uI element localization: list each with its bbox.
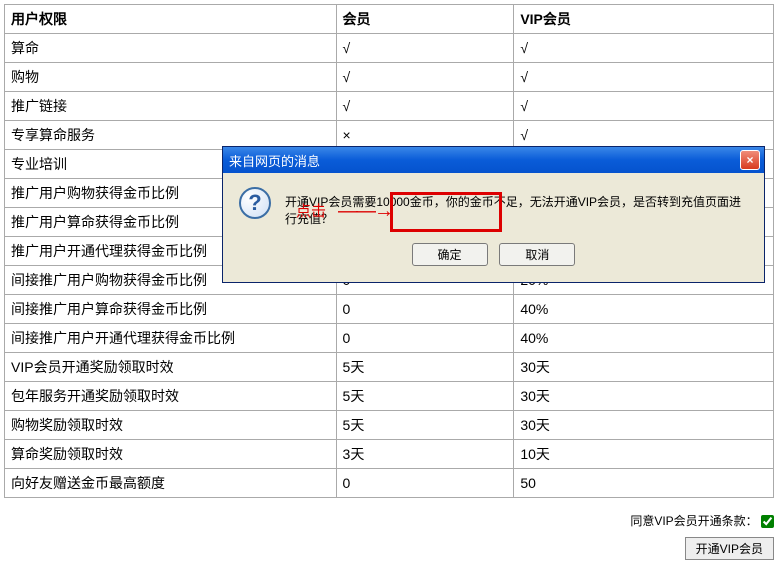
table-row: 间接推广用户算命获得金币比例040% — [5, 295, 774, 324]
table-row: 购物√√ — [5, 63, 774, 92]
table-row: 购物奖励领取时效5天30天 — [5, 411, 774, 440]
annotation-click-text: 点击 — [296, 200, 326, 221]
table-row: 包年服务开通奖励领取时效5天30天 — [5, 382, 774, 411]
open-vip-button[interactable]: 开通VIP会员 — [685, 537, 774, 560]
table-row: VIP会员开通奖励领取时效5天30天 — [5, 353, 774, 382]
table-row: 向好友赠送金币最高额度050 — [5, 469, 774, 498]
cancel-button[interactable]: 取消 — [499, 243, 575, 266]
agree-label: 同意VIP会员开通条款： — [630, 514, 757, 528]
ok-button[interactable]: 确定 — [412, 243, 488, 266]
agree-checkbox[interactable] — [761, 515, 774, 528]
table-row: 算命√√ — [5, 34, 774, 63]
question-icon: ? — [239, 187, 271, 219]
table-row: 间接推广用户开通代理获得金币比例040% — [5, 324, 774, 353]
annotation-arrow-icon: ——→ — [338, 200, 392, 223]
close-icon[interactable]: × — [740, 150, 760, 170]
dialog-titlebar[interactable]: 来自网页的消息 × — [223, 147, 764, 173]
dialog-title: 来自网页的消息 — [229, 151, 740, 170]
table-row: 算命奖励领取时效3天10天 — [5, 440, 774, 469]
th-vip: VIP会员 — [514, 5, 774, 34]
table-row: 推广链接√√ — [5, 92, 774, 121]
th-member: 会员 — [336, 5, 514, 34]
th-permission: 用户权限 — [5, 5, 337, 34]
